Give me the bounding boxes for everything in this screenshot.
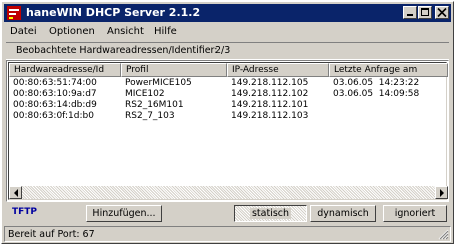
list-header: Hardwareadresse/Id Profil IP-Adresse Let… — [9, 63, 448, 77]
column-header-hardware-address[interactable]: Hardwareadresse/Id — [9, 63, 121, 77]
dynamic-button[interactable]: dynamisch — [310, 205, 376, 222]
close-button[interactable] — [435, 6, 449, 19]
arrow-left-icon — [14, 189, 18, 197]
list-rows: 00:80:63:51:74:00 PowerMICE105 149.218.1… — [9, 78, 448, 122]
resize-grip-icon[interactable] — [438, 229, 449, 240]
window-title: haneWIN DHCP Server 2.1.2 — [26, 6, 201, 19]
cell-profile: MICE102 — [125, 89, 165, 99]
menu-bar: Datei Optionen Ansicht Hilfe — [4, 24, 451, 40]
cell-profile: RS2_16M101 — [125, 100, 184, 110]
dynamic-button-label: dynamisch — [317, 208, 369, 219]
scroll-right-button[interactable] — [435, 186, 448, 199]
cell-hardware-address: 00:80:63:14:db:d9 — [13, 100, 97, 110]
cell-profile: PowerMICE105 — [125, 78, 192, 88]
table-row[interactable]: 00:80:63:10:9a:d7 MICE102 149.218.112.10… — [9, 89, 448, 100]
menu-hilfe[interactable]: Hilfe — [154, 26, 177, 37]
ignored-button-label: ignoriert — [394, 208, 436, 219]
static-button[interactable]: statisch — [234, 205, 307, 222]
horizontal-scrollbar[interactable] — [9, 186, 448, 199]
cell-ip-address: 149.218.112.101 — [231, 100, 309, 110]
menu-datei[interactable]: Datei — [10, 26, 37, 37]
cell-ip-address: 149.218.112.103 — [231, 111, 309, 121]
cell-last-request: 03.06.05 14:09:58 — [333, 89, 420, 99]
add-button[interactable]: Hinzufügen... — [86, 205, 162, 222]
cell-ip-address: 149.218.112.105 — [231, 78, 309, 88]
title-bar[interactable]: haneWIN DHCP Server 2.1.2 — [4, 4, 451, 22]
column-header-ip-address[interactable]: IP-Adresse — [227, 63, 329, 77]
scroll-left-button[interactable] — [9, 186, 22, 199]
minimize-icon — [407, 14, 413, 16]
cell-hardware-address: 00:80:63:10:9a:d7 — [13, 89, 97, 99]
close-icon — [437, 7, 447, 18]
table-row[interactable]: 00:80:63:14:db:d9 RS2_16M101 149.218.112… — [9, 100, 448, 111]
static-button-label: statisch — [249, 208, 292, 219]
minimize-button[interactable] — [403, 6, 417, 19]
cell-ip-address: 149.218.112.102 — [231, 89, 309, 99]
cell-profile: RS2_7_103 — [125, 111, 175, 121]
tftp-icon[interactable]: TFTP — [12, 207, 37, 217]
cell-hardware-address: 00:80:63:51:74:00 — [13, 78, 97, 88]
table-row[interactable]: 00:80:63:51:74:00 PowerMICE105 149.218.1… — [9, 78, 448, 89]
maximize-button[interactable] — [418, 6, 432, 19]
cell-last-request: 03.06.05 14:23:22 — [333, 78, 420, 88]
table-row[interactable]: 00:80:63:0f:1d:b0 RS2_7_103 149.218.112.… — [9, 111, 448, 122]
main-window: haneWIN DHCP Server 2.1.2 Datei Optionen… — [1, 1, 454, 244]
observed-count: 2/3 — [215, 45, 231, 56]
add-button-label: Hinzufügen... — [92, 208, 156, 219]
column-header-last-request[interactable]: Letzte Anfrage am — [329, 63, 448, 77]
maximize-icon — [421, 8, 429, 16]
action-bar: TFTP Hinzufügen... statisch dynamisch ig… — [4, 203, 451, 225]
menu-optionen[interactable]: Optionen — [49, 26, 95, 37]
observed-label: Beobachtete Hardwareadressen/Identifier: — [16, 45, 218, 56]
cell-hardware-address: 00:80:63:0f:1d:b0 — [13, 111, 94, 121]
status-bar: Bereit auf Port: 67 — [4, 226, 451, 242]
menu-ansicht[interactable]: Ansicht — [107, 26, 144, 37]
status-text: Bereit auf Port: 67 — [8, 229, 95, 240]
arrow-right-icon — [440, 189, 444, 197]
dhcp-app-icon — [7, 6, 21, 20]
ignored-button[interactable]: ignoriert — [383, 205, 447, 222]
address-list[interactable]: Hardwareadresse/Id Profil IP-Adresse Let… — [6, 60, 449, 202]
column-header-profile[interactable]: Profil — [121, 63, 227, 77]
observed-addresses-line: Beobachtete Hardwareadressen/Identifier:… — [6, 42, 449, 60]
